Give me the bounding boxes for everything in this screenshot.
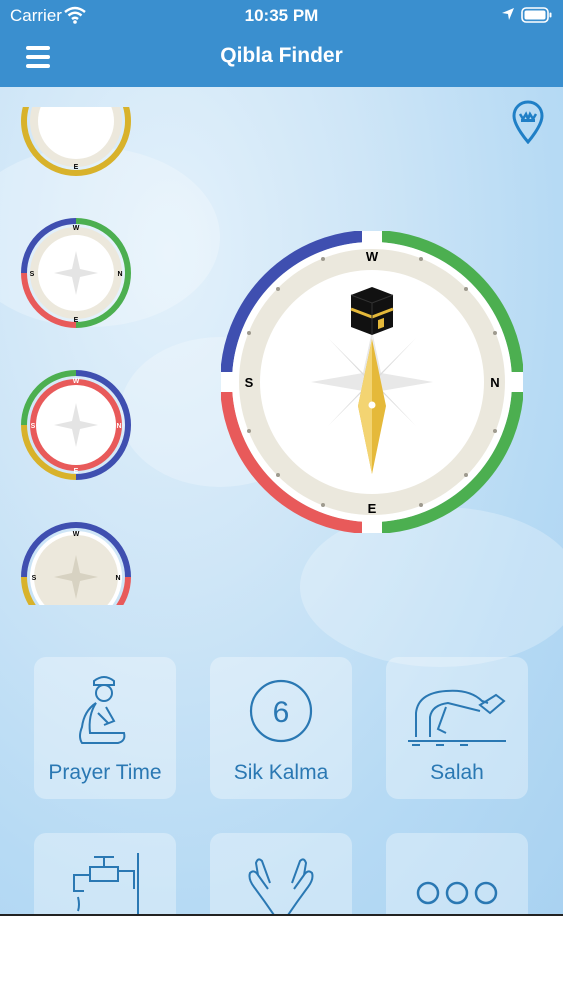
prayer-time-label: Prayer Time xyxy=(48,761,162,784)
compass-style-option-1[interactable]: E xyxy=(20,107,132,177)
praying-man-icon xyxy=(79,676,126,744)
compass-label-e: E xyxy=(368,501,377,516)
compass-thumbnail: W S N xyxy=(21,522,131,605)
svg-text:W: W xyxy=(73,225,80,232)
more-dots-icon xyxy=(416,881,498,905)
number-six-circle-icon: 6 xyxy=(249,679,313,743)
svg-text:W: W xyxy=(73,531,80,538)
wudu-card[interactable] xyxy=(34,833,176,915)
tab-bar-divider xyxy=(0,914,563,916)
svg-text:S: S xyxy=(30,271,35,278)
compass-label-n: N xyxy=(490,375,499,390)
salah-label: Salah xyxy=(430,761,484,784)
status-bar: Carrier 10:35 PM xyxy=(0,0,563,32)
kaaba-icon xyxy=(350,287,394,335)
compass-style-option-2[interactable]: W E S N xyxy=(20,217,132,329)
compass-thumbnail: E xyxy=(21,107,131,176)
compass-label-w: W xyxy=(366,249,379,264)
main-content: E W E S N W E S N W S N W E S N Prayer T… xyxy=(0,87,563,915)
svg-text:E: E xyxy=(74,164,79,171)
page-title: Qibla Finder xyxy=(220,44,343,67)
qibla-compass: W E S N xyxy=(221,231,523,533)
compass-style-option-4[interactable]: W S N xyxy=(20,521,132,605)
clock: 10:35 PM xyxy=(244,6,319,25)
salah-card[interactable]: Salah xyxy=(386,657,528,799)
compass-style-option-3[interactable]: W E S N xyxy=(20,369,132,481)
dua-hands-icon xyxy=(248,858,314,915)
six-kalma-label: Sik Kalma xyxy=(233,761,329,784)
compass-thumbnail: W E S N xyxy=(21,218,131,328)
svg-text:N: N xyxy=(117,271,122,278)
battery-icon xyxy=(521,7,552,23)
compass-thumbnail: W E S N xyxy=(21,370,132,480)
compass-label-s: S xyxy=(245,375,254,390)
svg-text:N: N xyxy=(116,423,121,430)
prayer-time-card[interactable]: Prayer Time xyxy=(34,657,176,799)
svg-text:N: N xyxy=(115,575,120,582)
more-card[interactable] xyxy=(386,833,528,915)
svg-text:S: S xyxy=(31,423,36,430)
svg-text:E: E xyxy=(74,317,79,324)
map-pin-icon[interactable] xyxy=(512,100,544,144)
nav-bar: Qibla Finder xyxy=(0,32,563,87)
svg-text:E: E xyxy=(74,468,79,475)
dua-card[interactable] xyxy=(210,833,352,915)
six-kalma-card[interactable]: 6 Sik Kalma xyxy=(210,657,352,799)
prostrating-man-icon xyxy=(408,689,506,746)
six-kalma-icon-text: 6 xyxy=(273,696,290,729)
location-arrow-icon xyxy=(502,8,514,20)
svg-text:S: S xyxy=(32,575,37,582)
svg-text:W: W xyxy=(73,378,80,385)
wudu-tap-icon xyxy=(73,853,139,915)
